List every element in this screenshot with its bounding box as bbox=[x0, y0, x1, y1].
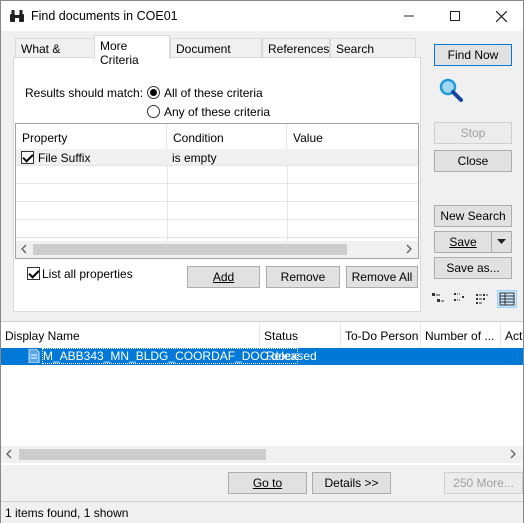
result-display-name: M_ABB343_MN_BLDG_COORDAF_DOC.docx bbox=[41, 348, 299, 364]
column-header-condition[interactable]: Condition bbox=[167, 124, 287, 148]
column-header-act[interactable]: Act bbox=[501, 322, 523, 346]
scroll-thumb[interactable] bbox=[33, 244, 347, 255]
save-as-label: Save as... bbox=[446, 261, 500, 275]
column-header-value[interactable]: Value bbox=[287, 124, 418, 148]
remove-button[interactable]: Remove bbox=[266, 266, 340, 288]
criteria-grid: Property Condition Value File Suffix is … bbox=[15, 123, 419, 259]
tab-search-settings[interactable]: Search Settings bbox=[330, 38, 416, 70]
close-label: Close bbox=[457, 154, 489, 168]
empty-row bbox=[16, 221, 418, 238]
new-search-label: New Search bbox=[440, 209, 506, 223]
radio-all-label[interactable]: All of these criteria bbox=[164, 86, 263, 100]
radio-all-criteria[interactable] bbox=[147, 86, 160, 99]
criteria-property: File Suffix bbox=[38, 151, 91, 165]
status-text: 1 items found, 1 shown bbox=[5, 506, 129, 520]
empty-row bbox=[16, 167, 418, 184]
status-bar: 1 items found, 1 shown bbox=[1, 501, 523, 523]
remove-label: Remove bbox=[280, 270, 326, 284]
tab-label: More Criteria bbox=[100, 39, 139, 67]
add-label: Add bbox=[212, 270, 235, 284]
column-header-display-name[interactable]: Display Name bbox=[1, 322, 260, 346]
more-label: 250 More... bbox=[453, 476, 514, 490]
results-list: Display Name Status To-Do Person Number … bbox=[1, 321, 523, 465]
column-header-property[interactable]: Property bbox=[16, 124, 167, 148]
window-title: Find documents in COE01 bbox=[31, 9, 178, 23]
remove-all-label: Remove All bbox=[351, 270, 413, 284]
add-button[interactable]: Add bbox=[187, 266, 260, 288]
scroll-left-icon[interactable] bbox=[5, 447, 13, 464]
list-all-properties-label[interactable]: List all properties bbox=[42, 267, 133, 281]
magnifier-icon bbox=[438, 77, 464, 103]
results-match-label: Results should match: bbox=[25, 86, 144, 100]
close-button[interactable]: Close bbox=[434, 150, 512, 172]
list-all-properties-checkbox[interactable] bbox=[27, 267, 40, 280]
close-window-button[interactable] bbox=[478, 1, 524, 31]
radio-any-criteria[interactable] bbox=[147, 105, 160, 118]
column-header-status[interactable]: Status bbox=[260, 322, 341, 346]
column-header-todo-person[interactable]: To-Do Person bbox=[341, 322, 421, 346]
scroll-thumb[interactable] bbox=[19, 449, 266, 460]
result-status: Released bbox=[266, 349, 317, 363]
results-horizontal-scrollbar[interactable] bbox=[1, 446, 523, 463]
criteria-row[interactable]: File Suffix is empty bbox=[16, 149, 418, 166]
tab-references[interactable]: References bbox=[262, 38, 330, 58]
stop-label: Stop bbox=[460, 126, 486, 140]
empty-row bbox=[16, 185, 418, 202]
find-now-button[interactable]: Find Now bbox=[434, 44, 512, 66]
small-icons-view-icon[interactable] bbox=[453, 292, 467, 306]
tab-more-criteria[interactable]: More Criteria bbox=[94, 35, 170, 67]
go-to-label: Go to bbox=[252, 476, 283, 490]
scroll-right-icon[interactable] bbox=[509, 447, 517, 464]
criteria-horizontal-scrollbar[interactable] bbox=[16, 241, 418, 258]
title-bar: Find documents in COE01 bbox=[1, 1, 523, 31]
go-to-button[interactable]: Go to bbox=[228, 472, 307, 494]
maximize-button[interactable] bbox=[432, 1, 478, 31]
binoculars-icon bbox=[9, 8, 25, 24]
minimize-button[interactable] bbox=[386, 1, 432, 31]
large-icons-view-icon[interactable] bbox=[431, 292, 445, 306]
find-now-label: Find Now bbox=[447, 48, 499, 62]
empty-row bbox=[16, 203, 418, 220]
find-documents-window: Find documents in COE01 What & Where Mor… bbox=[0, 0, 524, 523]
tab-label: References bbox=[268, 42, 330, 56]
tab-document-types[interactable]: Document Types bbox=[170, 38, 262, 70]
more-results-button[interactable]: 250 More... bbox=[444, 472, 523, 494]
chevron-down-icon bbox=[497, 239, 506, 244]
details-view-icon[interactable] bbox=[497, 290, 517, 308]
save-as-button[interactable]: Save as... bbox=[434, 257, 512, 279]
save-dropdown-button[interactable] bbox=[491, 231, 512, 253]
scroll-left-icon[interactable] bbox=[20, 242, 28, 258]
list-view-icon[interactable] bbox=[475, 292, 489, 306]
details-label: Details >> bbox=[324, 476, 379, 490]
save-label: Save bbox=[449, 235, 477, 249]
document-icon bbox=[28, 348, 40, 364]
result-row[interactable]: M_ABB343_MN_BLDG_COORDAF_DOC.docx Releas… bbox=[1, 348, 523, 365]
scroll-right-icon[interactable] bbox=[405, 242, 413, 258]
remove-all-button[interactable]: Remove All bbox=[346, 266, 418, 288]
new-search-button[interactable]: New Search bbox=[434, 205, 512, 227]
criteria-row-checkbox[interactable] bbox=[21, 151, 34, 164]
save-button[interactable]: Save bbox=[434, 231, 492, 253]
radio-any-label[interactable]: Any of these criteria bbox=[164, 105, 270, 119]
column-header-number[interactable]: Number of ... bbox=[421, 322, 501, 346]
stop-button[interactable]: Stop bbox=[434, 122, 512, 144]
details-button[interactable]: Details >> bbox=[312, 472, 391, 494]
tab-what-where[interactable]: What & Where bbox=[15, 38, 95, 70]
criteria-condition: is empty bbox=[172, 151, 217, 165]
